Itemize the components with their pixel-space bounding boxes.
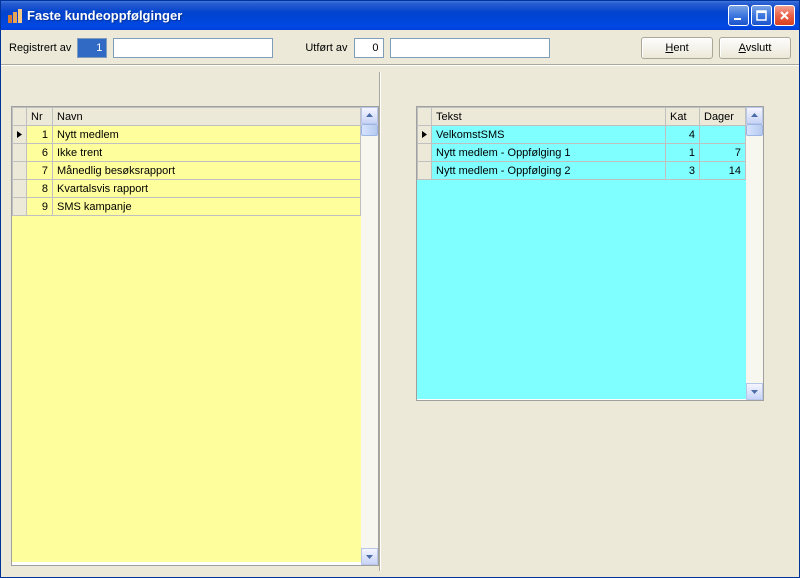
cell-tekst[interactable]: Nytt medlem - Oppfølging 1 — [432, 144, 666, 162]
table-row[interactable]: Nytt medlem - Oppfølging 117 — [418, 144, 746, 162]
cell-nr[interactable]: 1 — [27, 126, 53, 144]
row-indicator[interactable] — [13, 126, 27, 144]
left-grid-header: Nr Navn — [13, 108, 361, 126]
hent-button[interactable]: Hent — [641, 37, 713, 59]
table-row[interactable]: Nytt medlem - Oppfølging 2314 — [418, 162, 746, 180]
title-bar[interactable]: Faste kundeoppfølginger — [1, 1, 799, 30]
registered-by-id-input[interactable] — [77, 38, 107, 58]
table-row[interactable]: 6Ikke trent — [13, 144, 361, 162]
row-selector-header — [418, 108, 432, 126]
right-grid-header: Tekst Kat Dager — [418, 108, 746, 126]
row-indicator[interactable] — [418, 162, 432, 180]
table-row[interactable]: 7Månedlig besøksrapport — [13, 162, 361, 180]
row-indicator[interactable] — [418, 144, 432, 162]
right-scrollbar[interactable] — [746, 107, 763, 400]
cell-dager[interactable]: 14 — [700, 162, 746, 180]
cell-nr[interactable]: 9 — [27, 198, 53, 216]
right-grid: Tekst Kat Dager VelkomstSMS4Nytt medlem … — [416, 106, 764, 401]
table-row[interactable]: 1Nytt medlem — [13, 126, 361, 144]
cell-tekst[interactable]: Nytt medlem - Oppfølging 2 — [432, 162, 666, 180]
cell-tekst[interactable]: VelkomstSMS — [432, 126, 666, 144]
row-indicator[interactable] — [13, 180, 27, 198]
column-dager[interactable]: Dager — [700, 108, 746, 126]
maximize-button[interactable] — [751, 5, 772, 26]
toolbar: Registrert av Utført av Hent Avslutt — [1, 30, 799, 66]
cell-dager[interactable] — [700, 126, 746, 144]
row-indicator[interactable] — [13, 162, 27, 180]
table-row[interactable]: VelkomstSMS4 — [418, 126, 746, 144]
performed-by-label: Utført av — [305, 42, 347, 54]
avslutt-button[interactable]: Avslutt — [719, 37, 791, 59]
column-tekst[interactable]: Tekst — [432, 108, 666, 126]
scroll-track[interactable] — [361, 124, 378, 548]
cell-nr[interactable]: 8 — [27, 180, 53, 198]
row-indicator[interactable] — [418, 126, 432, 144]
cell-navn[interactable]: Kvartalsvis rapport — [53, 180, 361, 198]
minimize-button[interactable] — [728, 5, 749, 26]
cell-dager[interactable]: 7 — [700, 144, 746, 162]
row-selector-header — [13, 108, 27, 126]
title-text: Faste kundeoppfølginger — [27, 8, 728, 23]
app-icon — [7, 8, 23, 24]
cell-nr[interactable]: 7 — [27, 162, 53, 180]
cell-nr[interactable]: 6 — [27, 144, 53, 162]
cell-kat[interactable]: 3 — [666, 162, 700, 180]
cell-navn[interactable]: Ikke trent — [53, 144, 361, 162]
column-navn[interactable]: Navn — [53, 108, 361, 126]
left-scrollbar[interactable] — [361, 107, 378, 565]
close-button[interactable] — [774, 5, 795, 26]
table-row[interactable]: 8Kvartalsvis rapport — [13, 180, 361, 198]
row-indicator[interactable] — [13, 198, 27, 216]
table-row[interactable]: 9SMS kampanje — [13, 198, 361, 216]
left-pane: Nr Navn 1Nytt medlem6Ikke trent7Månedlig… — [1, 66, 379, 577]
cell-kat[interactable]: 4 — [666, 126, 700, 144]
column-kat[interactable]: Kat — [666, 108, 700, 126]
scroll-track[interactable] — [746, 124, 763, 383]
scroll-down-icon[interactable] — [746, 383, 763, 400]
row-indicator[interactable] — [13, 144, 27, 162]
column-nr[interactable]: Nr — [27, 108, 53, 126]
scroll-up-icon[interactable] — [361, 107, 378, 124]
right-pane: Tekst Kat Dager VelkomstSMS4Nytt medlem … — [381, 66, 799, 577]
scroll-down-icon[interactable] — [361, 548, 378, 565]
performed-by-id-input[interactable] — [354, 38, 384, 58]
title-buttons — [728, 5, 795, 26]
scroll-thumb[interactable] — [361, 124, 378, 136]
performed-by-name-input[interactable] — [390, 38, 550, 58]
cell-navn[interactable]: SMS kampanje — [53, 198, 361, 216]
scroll-up-icon[interactable] — [746, 107, 763, 124]
cell-kat[interactable]: 1 — [666, 144, 700, 162]
content-area: Nr Navn 1Nytt medlem6Ikke trent7Månedlig… — [1, 66, 799, 577]
registered-by-label: Registrert av — [9, 42, 71, 54]
left-grid: Nr Navn 1Nytt medlem6Ikke trent7Månedlig… — [11, 106, 379, 566]
cell-navn[interactable]: Månedlig besøksrapport — [53, 162, 361, 180]
cell-navn[interactable]: Nytt medlem — [53, 126, 361, 144]
scroll-thumb[interactable] — [746, 124, 763, 136]
registered-by-name-input[interactable] — [113, 38, 273, 58]
app-window: Faste kundeoppfølginger Registrert av Ut… — [0, 0, 800, 578]
